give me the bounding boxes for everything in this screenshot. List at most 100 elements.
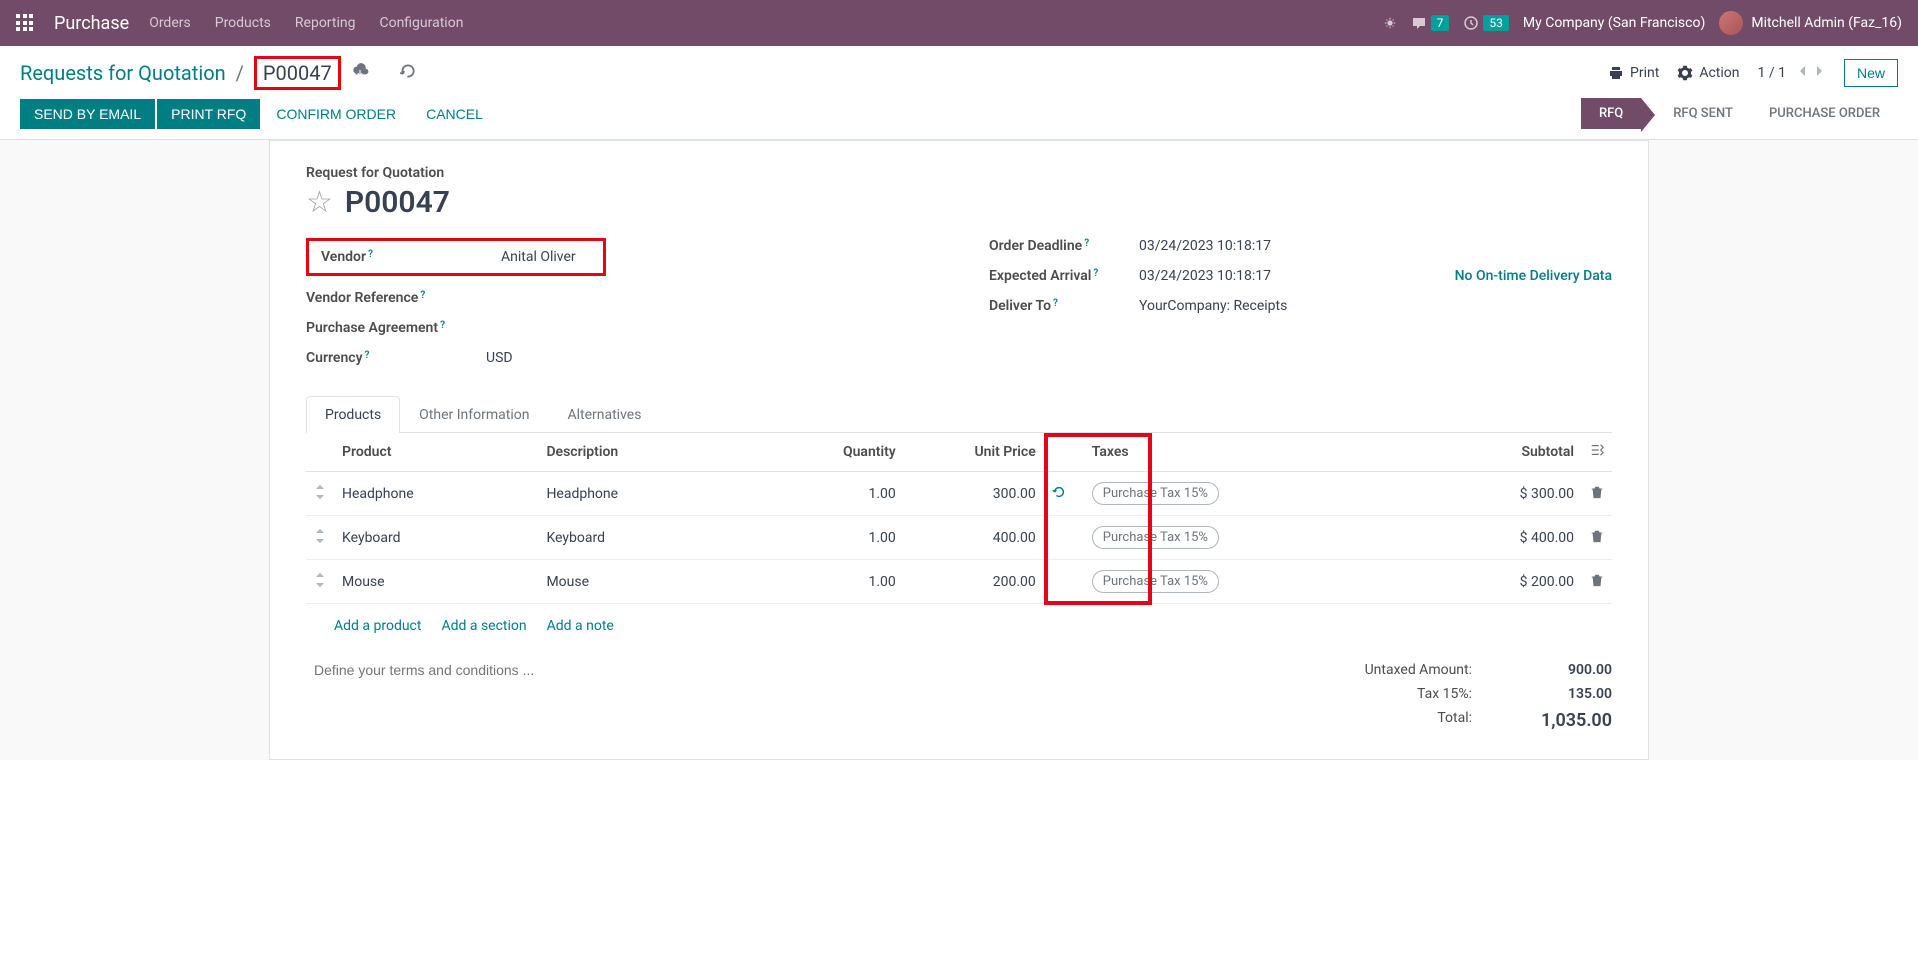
deliver-to-value[interactable]: YourCompany: Receipts xyxy=(1139,298,1612,314)
tab-other-info[interactable]: Other Information xyxy=(400,396,548,433)
star-icon[interactable]: ☆ xyxy=(306,185,333,220)
navbar-left: Purchase Orders Products Reporting Confi… xyxy=(16,13,463,34)
breadcrumb-sep: / xyxy=(236,61,244,85)
product-table: Product Description Quantity Unit Price … xyxy=(306,433,1612,604)
drag-handle[interactable] xyxy=(306,472,334,516)
apps-icon[interactable] xyxy=(16,14,34,32)
cell-description[interactable]: Headphone xyxy=(538,472,743,516)
header-actions: Print Action 1 / 1 New xyxy=(1608,59,1898,87)
sheet: Request for Quotation ☆ P00047 Vendor? A… xyxy=(269,140,1649,760)
purchase-agreement-row: Purchase Agreement? xyxy=(306,320,929,336)
cell-price[interactable]: 300.00 xyxy=(904,472,1044,516)
cell-taxes[interactable]: Purchase Tax 15% xyxy=(1084,472,1418,516)
activities-icon[interactable]: 53 xyxy=(1463,15,1509,31)
user-name: Mitchell Admin (Faz_16) xyxy=(1751,15,1902,31)
terms-input[interactable] xyxy=(306,648,1292,692)
tabs: Products Other Information Alternatives xyxy=(306,396,1612,433)
tab-products[interactable]: Products xyxy=(306,396,400,433)
brand[interactable]: Purchase xyxy=(54,13,129,34)
table-row[interactable]: Mouse Mouse 1.00 200.00 Purchase Tax 15%… xyxy=(306,560,1612,604)
cell-product[interactable]: Headphone xyxy=(334,472,538,516)
nav-orders[interactable]: Orders xyxy=(149,15,191,31)
bug-icon[interactable] xyxy=(1383,16,1397,30)
user-menu[interactable]: Mitchell Admin (Faz_16) xyxy=(1719,11,1902,35)
cell-taxes[interactable]: Purchase Tax 15% xyxy=(1084,560,1418,604)
tab-alternatives[interactable]: Alternatives xyxy=(548,396,660,433)
send-email-button[interactable]: SEND BY EMAIL xyxy=(20,99,155,129)
status-rfq-sent[interactable]: RFQ SENT xyxy=(1655,98,1751,129)
table-wrapper: Product Description Quantity Unit Price … xyxy=(306,433,1612,604)
company-switcher[interactable]: My Company (San Francisco) xyxy=(1523,15,1705,31)
add-note-link[interactable]: Add a note xyxy=(547,618,614,634)
form-col-right: Order Deadline? 03/24/2023 10:18:17 Expe… xyxy=(989,238,1612,366)
vendor-value[interactable]: Anital Oliver xyxy=(501,249,591,265)
cell-price[interactable]: 200.00 xyxy=(904,560,1044,604)
totals: Untaxed Amount: 900.00 Tax 15%: 135.00 T… xyxy=(1312,658,1612,735)
pager-prev[interactable] xyxy=(1796,65,1808,81)
cell-qty[interactable]: 1.00 xyxy=(743,516,904,560)
no-ontime-link[interactable]: No On-time Delivery Data xyxy=(1455,268,1612,284)
cell-subtotal: $ 200.00 xyxy=(1418,560,1582,604)
new-button[interactable]: New xyxy=(1844,59,1898,87)
cell-price[interactable]: 400.00 xyxy=(904,516,1044,560)
options-icon[interactable] xyxy=(1590,445,1604,461)
order-deadline-row: Order Deadline? 03/24/2023 10:18:17 xyxy=(989,238,1612,254)
table-row[interactable]: Headphone Headphone 1.00 300.00 Purchase… xyxy=(306,472,1612,516)
form-col-left: Vendor? Anital Oliver Vendor Reference? … xyxy=(306,238,929,366)
cell-taxes[interactable]: Purchase Tax 15% xyxy=(1084,516,1418,560)
print-button[interactable]: Print xyxy=(1608,65,1659,81)
trash-icon[interactable] xyxy=(1590,531,1604,547)
navbar: Purchase Orders Products Reporting Confi… xyxy=(0,0,1918,46)
pager-text: 1 / 1 xyxy=(1758,65,1786,81)
action-button[interactable]: Action xyxy=(1677,65,1739,81)
th-quantity[interactable]: Quantity xyxy=(743,433,904,472)
th-subtotal[interactable]: Subtotal xyxy=(1418,433,1582,472)
cell-qty[interactable]: 1.00 xyxy=(743,560,904,604)
status-rfq[interactable]: RFQ xyxy=(1581,98,1641,129)
sheet-wrapper: Request for Quotation ☆ P00047 Vendor? A… xyxy=(0,140,1918,760)
trash-icon[interactable] xyxy=(1590,487,1604,503)
currency-value[interactable]: USD xyxy=(486,350,929,366)
currency-row: Currency? USD xyxy=(306,350,929,366)
print-rfq-button[interactable]: PRINT RFQ xyxy=(157,99,260,129)
drag-handle[interactable] xyxy=(306,516,334,560)
th-description[interactable]: Description xyxy=(538,433,743,472)
confirm-order-button[interactable]: CONFIRM ORDER xyxy=(262,99,410,129)
order-deadline-value[interactable]: 03/24/2023 10:18:17 xyxy=(1139,238,1612,254)
order-deadline-label: Order Deadline? xyxy=(989,238,1139,254)
th-taxes[interactable]: Taxes xyxy=(1084,433,1418,472)
cell-product[interactable]: Keyboard xyxy=(334,516,538,560)
activities-badge: 53 xyxy=(1483,15,1509,31)
navbar-right: 7 53 My Company (San Francisco) Mitchell… xyxy=(1383,11,1902,35)
table-row[interactable]: Keyboard Keyboard 1.00 400.00 Purchase T… xyxy=(306,516,1612,560)
untaxed-label: Untaxed Amount: xyxy=(1312,662,1472,678)
trash-icon[interactable] xyxy=(1590,575,1604,591)
nav-products[interactable]: Products xyxy=(215,15,271,31)
nav-reporting[interactable]: Reporting xyxy=(295,15,356,31)
pager-next[interactable] xyxy=(1814,65,1826,81)
breadcrumb: Requests for Quotation / P00047 xyxy=(20,56,417,90)
nav-menu: Orders Products Reporting Configuration xyxy=(149,15,463,31)
cell-description[interactable]: Mouse xyxy=(538,560,743,604)
breadcrumb-root[interactable]: Requests for Quotation xyxy=(20,61,226,85)
messages-icon[interactable]: 7 xyxy=(1411,15,1450,31)
refresh-icon[interactable] xyxy=(1052,487,1066,503)
add-section-link[interactable]: Add a section xyxy=(441,618,526,634)
status-purchase-order[interactable]: PURCHASE ORDER xyxy=(1751,98,1898,129)
th-unit-price[interactable]: Unit Price xyxy=(904,433,1044,472)
expected-arrival-value[interactable]: 03/24/2023 10:18:17 xyxy=(1139,268,1455,284)
tax-label: Tax 15%: xyxy=(1312,686,1472,702)
add-product-link[interactable]: Add a product xyxy=(334,618,421,634)
th-product[interactable]: Product xyxy=(334,433,538,472)
cancel-button[interactable]: CANCEL xyxy=(412,99,497,129)
untaxed-value: 900.00 xyxy=(1512,662,1612,678)
cell-product[interactable]: Mouse xyxy=(334,560,538,604)
action-bar: SEND BY EMAIL PRINT RFQ CONFIRM ORDER CA… xyxy=(0,98,1918,140)
cell-description[interactable]: Keyboard xyxy=(538,516,743,560)
cell-qty[interactable]: 1.00 xyxy=(743,472,904,516)
currency-label: Currency? xyxy=(306,350,486,366)
discard-icon[interactable] xyxy=(399,62,417,84)
drag-handle[interactable] xyxy=(306,560,334,604)
nav-configuration[interactable]: Configuration xyxy=(379,15,463,31)
cloud-icon[interactable] xyxy=(351,62,369,84)
